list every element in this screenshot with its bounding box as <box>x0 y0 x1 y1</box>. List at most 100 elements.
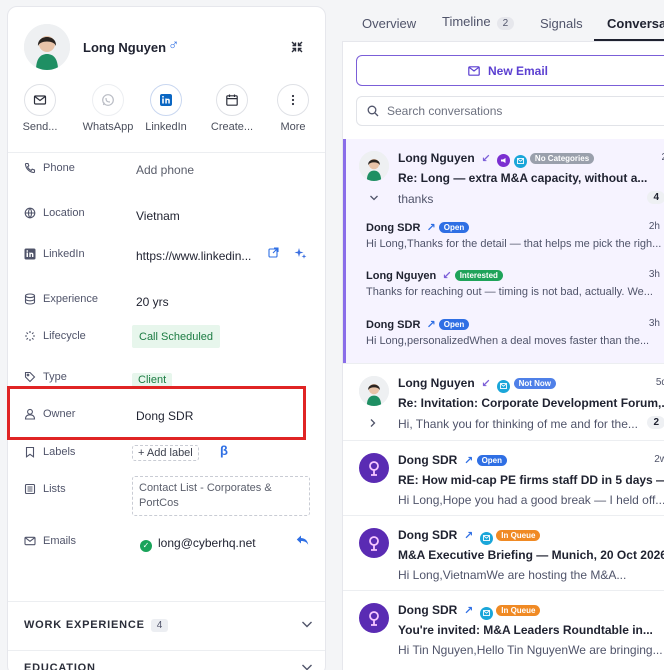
tag-icon <box>24 371 36 383</box>
subject: Re: Invitation: Corporate Development Fo… <box>398 396 664 410</box>
lists-label: Lists <box>43 483 66 495</box>
conversation-item[interactable]: Long Nguyen ↙ No Categories 2 Re: Long —… <box>343 139 664 363</box>
outbound-arrow-icon: ↗ <box>464 530 474 542</box>
message-time: 3h <box>648 269 660 280</box>
tab-signals[interactable]: Signals <box>540 16 583 31</box>
subject: You're invited: M&A Leaders Roundtable i… <box>398 623 653 637</box>
message-preview: Hi Long,personalizedWhen a deal moves fa… <box>366 335 650 347</box>
chevron-down-icon[interactable] <box>300 617 314 634</box>
sender-name: Dong SDR <box>398 603 458 617</box>
lists-value[interactable]: Contact List - Corporates & PortCos <box>132 476 310 516</box>
linkedin-field-label: LinkedIn <box>43 248 85 260</box>
owner-highlight-box <box>7 386 306 440</box>
tab-overview[interactable]: Overview <box>362 16 416 31</box>
tab-bar: Overview Timeline2 Signals Conversat <box>342 0 664 42</box>
status-tag: Open <box>476 455 508 466</box>
search-box[interactable] <box>356 96 664 126</box>
location-value[interactable]: Vietnam <box>136 209 180 223</box>
male-icon: ♂ <box>168 37 180 54</box>
email-channel-icon <box>479 531 493 545</box>
linkedin-action[interactable]: LinkedIn <box>136 84 196 133</box>
collapse-icon[interactable] <box>290 40 304 54</box>
tab-timeline[interactable]: Timeline 2 <box>442 14 515 30</box>
chevron-right-icon[interactable] <box>367 416 379 434</box>
work-experience-title: WORK EXPERIENCE <box>24 619 145 631</box>
work-experience-section[interactable]: WORK EXPERIENCE 4 <box>24 619 314 632</box>
more-action[interactable]: More <box>263 84 323 133</box>
emails-label: Emails <box>43 535 77 547</box>
contact-avatar <box>359 376 389 406</box>
sparkle-icon[interactable] <box>294 247 307 263</box>
create-action[interactable]: Create... <box>202 84 262 133</box>
category-tag: No Categories <box>529 153 595 164</box>
divider <box>8 152 325 153</box>
thread-message[interactable]: Dong SDR ↗ Open Hi Long,personalizedWhen… <box>366 318 664 347</box>
conversation-item[interactable]: Dong SDR ↗ In Queue M&A Executive Briefi… <box>343 516 664 590</box>
inbound-arrow-icon: ↙ <box>481 378 491 390</box>
beta-badge: β <box>220 443 228 458</box>
lifecycle-value[interactable]: Call Scheduled <box>132 325 220 348</box>
whatsapp-label: WhatsApp <box>82 121 134 133</box>
create-label: Create... <box>210 121 254 133</box>
message-sender: Dong SDR <box>366 319 421 331</box>
contact-avatar[interactable] <box>24 24 70 70</box>
message-time: 3h <box>648 318 660 329</box>
status-tag: In Queue <box>496 530 541 541</box>
divider <box>8 650 325 651</box>
education-section[interactable]: EDUCATION <box>24 662 314 670</box>
status-tag: In Queue <box>496 605 541 616</box>
timeline-count-badge: 2 <box>496 17 515 30</box>
phone-value[interactable]: Add phone <box>136 163 194 177</box>
conversation-item[interactable]: Dong SDR ↗ Open 2w RE: How mid-cap PE fi… <box>343 441 664 515</box>
whatsapp-action[interactable]: WhatsApp <box>78 84 138 133</box>
reply-icon[interactable] <box>296 534 309 549</box>
add-label-button[interactable]: + Add label <box>132 445 199 461</box>
status-tag: Open <box>438 222 470 233</box>
conversation-item[interactable]: Long Nguyen ↙ Not Now 5d Re: Invitation:… <box>343 364 664 440</box>
linkedin-square-icon <box>24 248 36 260</box>
work-experience-count: 4 <box>150 619 169 632</box>
mail-icon <box>33 95 47 105</box>
conversation-item[interactable]: Dong SDR ↗ In Queue You're invited: M&A … <box>343 591 664 670</box>
message-time: 2h <box>648 221 660 232</box>
linkedin-url[interactable]: https://www.linkedin... <box>136 249 251 263</box>
email-value[interactable]: long@cyberhq.net <box>158 536 256 550</box>
sender-name: Long Nguyen <box>398 376 475 390</box>
email-channel-icon <box>513 154 527 168</box>
subject: Re: Long — extra M&A capacity, without a… <box>398 171 648 185</box>
experience-label: Experience <box>43 293 99 305</box>
chevron-down-icon[interactable] <box>300 660 314 670</box>
outbound-arrow-icon: ↗ <box>426 222 436 234</box>
sender-name: Dong SDR <box>398 528 458 542</box>
timestamp: 5d <box>655 377 664 388</box>
sender-name: Dong SDR <box>398 453 458 467</box>
list-icon <box>24 483 36 495</box>
contact-name: Long Nguyen <box>83 40 167 55</box>
thread-message[interactable]: Long Nguyen ↙ Interested Thanks for reac… <box>366 269 664 298</box>
calendar-icon <box>226 94 238 106</box>
chevron-down-icon[interactable] <box>368 191 380 209</box>
location-pin-icon <box>369 611 379 626</box>
preview: Hi Tin Nguyen,Hello Tin NguyenWe are bri… <box>398 643 663 657</box>
verified-check-icon: ✓ <box>140 539 152 552</box>
linkedin-icon <box>160 94 172 106</box>
status-tag: Not Now <box>513 378 557 389</box>
external-link-icon[interactable] <box>268 247 279 261</box>
tab-conversations[interactable]: Conversat <box>607 16 664 31</box>
phone-label: Phone <box>43 162 75 174</box>
preview: Hi, Thank you for thinking of me and for… <box>398 417 638 431</box>
contact-avatar <box>359 151 389 181</box>
type-value[interactable]: Client <box>132 373 173 387</box>
inbound-arrow-icon: ↙ <box>442 270 452 282</box>
subject: M&A Executive Briefing — Munich, 20 Oct … <box>398 548 664 562</box>
send-email-action[interactable]: Send... <box>10 84 70 133</box>
phone-icon <box>24 162 36 174</box>
thread-message[interactable]: Dong SDR ↗ Open Hi Long,Thanks for the d… <box>366 221 664 250</box>
envelope-icon <box>24 536 36 546</box>
new-email-button[interactable]: New Email <box>356 55 664 86</box>
search-input[interactable] <box>387 104 647 118</box>
status-tag: Interested <box>454 270 503 281</box>
outbound-arrow-icon: ↗ <box>464 605 474 617</box>
subject: RE: How mid-cap PE firms staff DD in 5 d… <box>398 473 664 487</box>
outbound-arrow-icon: ↗ <box>464 455 474 467</box>
